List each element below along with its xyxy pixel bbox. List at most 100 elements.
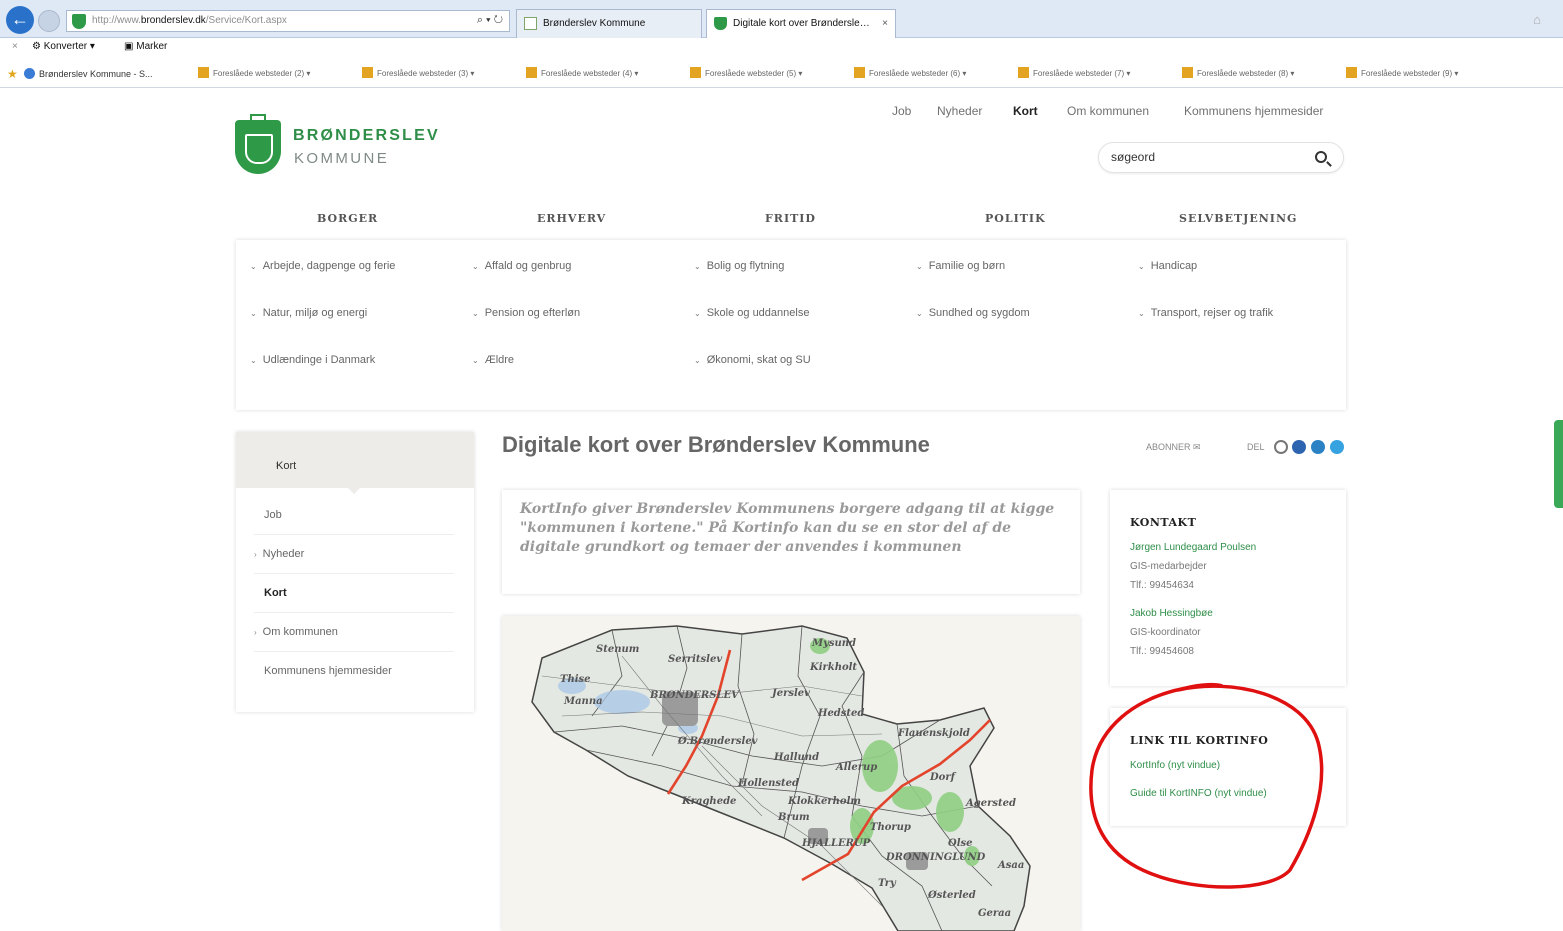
mega-link[interactable]: ⌄ Handicap	[1138, 260, 1197, 272]
contact-title: GIS-koordinator	[1130, 627, 1201, 638]
tab-label: Brønderslev Kommune	[543, 18, 646, 29]
map-label: Kirkholt	[810, 662, 858, 673]
mega-link[interactable]: ⌄ Udlændinge i Danmark	[250, 354, 375, 366]
chevron-right-icon: ›	[254, 550, 257, 559]
mega-link[interactable]: ⌄ Transport, rejser og trafik	[1138, 307, 1273, 319]
map-label: Agersted	[966, 798, 1016, 809]
mainnav-borger[interactable]: BORGER	[317, 212, 378, 225]
map-label: Klokkerholm	[788, 796, 861, 807]
favorite-folder[interactable]: Foreslåede websteder (4) ▾	[526, 67, 638, 81]
forward-button[interactable]	[38, 10, 60, 32]
map-label: Østerled	[928, 890, 976, 901]
select-button[interactable]: ▣ Marker	[124, 41, 167, 52]
tab-digitale-kort[interactable]: Digitale kort over Brønderslev Kommune ×	[706, 9, 896, 38]
side-nav-head[interactable]: › Kort	[236, 432, 474, 488]
favorite-folder[interactable]: Foreslåede websteder (5) ▾	[690, 67, 802, 81]
mega-link[interactable]: ⌄ Bolig og flytning	[694, 260, 784, 272]
side-item-om-kommunen[interactable]: › Om kommunen	[254, 613, 454, 652]
map-label: Thise	[560, 674, 591, 685]
mega-link[interactable]: ⌄ Affald og genbrug	[472, 260, 571, 272]
close-icon[interactable]: ×	[882, 10, 888, 37]
mainnav-selvbetjening[interactable]: SELVBETJENING	[1179, 212, 1297, 225]
side-item-kommunens-hjemmesider[interactable]: Kommunens hjemmesider	[254, 652, 454, 691]
kortinfo-guide-link[interactable]: Guide til KortINFO (nyt vindue)	[1130, 788, 1267, 799]
mega-menu: ⌄ Arbejde, dagpenge og ferie ⌄ Affald og g…	[236, 240, 1346, 410]
kortinfo-link[interactable]: KortInfo (nyt vindue)	[1130, 760, 1220, 771]
home-icon[interactable]: ⌂	[1533, 12, 1541, 27]
mega-link[interactable]: ⌄ Arbejde, dagpenge og ferie	[250, 260, 395, 272]
convert-button[interactable]: ⚙ Konverter ▾	[32, 41, 95, 52]
chevron-down-icon: ⌄	[916, 309, 923, 318]
side-item-nyheder[interactable]: › Nyheder	[254, 535, 454, 574]
contact-person-link[interactable]: Jørgen Lundegaard Poulsen	[1130, 542, 1256, 553]
mainnav-erhverv[interactable]: ERHVERV	[537, 212, 606, 225]
site-shield-icon	[72, 14, 86, 29]
facebook-icon[interactable]	[1292, 440, 1306, 454]
address-bar[interactable]: http://www.bronderslev.dk/Service/Kort.a…	[66, 10, 510, 32]
mega-link[interactable]: ⌄ Økonomi, skat og SU	[694, 354, 811, 366]
municipality-map[interactable]: Stenum Serritslev Mysund Kirkholt Thise …	[502, 616, 1080, 931]
favorite-folder[interactable]: Foreslåede websteder (2) ▾	[198, 67, 310, 81]
favorite-bronderslev[interactable]: Brønderslev Kommune - S...	[24, 68, 153, 79]
favorite-folder[interactable]: Foreslåede websteder (9) ▾	[1346, 67, 1458, 81]
topnav-kort[interactable]: Kort	[1013, 104, 1038, 118]
side-nav-notch	[348, 488, 360, 494]
mainnav-fritid[interactable]: FRITID	[765, 212, 816, 225]
search-input[interactable]	[1111, 150, 1301, 164]
share-generic-icon[interactable]	[1274, 440, 1288, 454]
address-controls[interactable]: ⌕ ▾ ↻	[477, 14, 503, 27]
map-label: Geraa	[978, 908, 1012, 919]
favorite-folder[interactable]: Foreslåede websteder (3) ▾	[362, 67, 474, 81]
search-icon[interactable]	[1315, 151, 1327, 163]
mega-link[interactable]: ⌄ Sundhed og sygdom	[916, 307, 1030, 319]
folder-icon	[690, 67, 701, 78]
topnav-om-kommunen[interactable]: Om kommunen	[1067, 104, 1149, 118]
favorites-star-icon[interactable]: ★	[7, 67, 18, 81]
mainnav-politik[interactable]: POLITIK	[985, 212, 1046, 225]
map-label: Mysund	[812, 638, 857, 649]
side-navigation: › Kort Job › Nyheder Kort › Om kommunen Kom…	[236, 432, 474, 712]
close-icon[interactable]: ×	[12, 41, 18, 52]
map-label: Ø.Brønderslev	[678, 736, 758, 747]
mega-link[interactable]: ⌄ Skole og uddannelse	[694, 307, 809, 319]
folder-icon	[1346, 67, 1357, 78]
linkedin-icon[interactable]	[1311, 440, 1325, 454]
favorite-folder[interactable]: Foreslåede websteder (8) ▾	[1182, 67, 1294, 81]
mega-link[interactable]: ⌄ Natur, miljø og energi	[250, 307, 367, 319]
mega-link[interactable]: ⌄ Ældre	[472, 354, 514, 366]
mega-link[interactable]: ⌄ Familie og børn	[916, 260, 1005, 272]
map-label: Asaa	[998, 860, 1025, 871]
chevron-down-icon: ⌄	[250, 356, 257, 365]
chevron-down-icon: ⌄	[250, 309, 257, 318]
contact-person-link[interactable]: Jakob Hessingbøe	[1130, 608, 1213, 619]
chevron-down-icon: ⌄	[916, 262, 923, 271]
subscribe-link[interactable]: ABONNER ✉	[1146, 442, 1201, 453]
feedback-tab[interactable]	[1554, 420, 1563, 508]
chevron-down-icon: ⌄	[694, 356, 701, 365]
shield-icon	[235, 120, 281, 174]
intro-box: KortInfo giver Brønderslev Kommunens bor…	[502, 490, 1080, 594]
map-label: Hallund	[774, 752, 820, 763]
back-arrow-icon[interactable]: ←	[6, 6, 34, 34]
search-box	[1098, 142, 1344, 173]
map-label: Kraghede	[682, 796, 737, 807]
side-item-job[interactable]: Job	[254, 496, 454, 535]
topnav-job[interactable]: Job	[892, 104, 911, 118]
favorite-folder[interactable]: Foreslåede websteder (6) ▾	[854, 67, 966, 81]
site-shield-icon	[714, 17, 727, 30]
kortinfo-heading: LINK TIL KORTINFO	[1130, 734, 1269, 747]
favorite-folder[interactable]: Foreslåede websteder (7) ▾	[1018, 67, 1130, 81]
map-label: HJALLERUP	[802, 838, 871, 849]
topnav-kommunens-hjemmesider[interactable]: Kommunens hjemmesider	[1184, 104, 1323, 118]
kortinfo-links-box: LINK TIL KORTINFO KortInfo (nyt vindue) …	[1110, 708, 1346, 826]
side-item-kort[interactable]: Kort	[254, 574, 454, 613]
globe-icon	[24, 68, 35, 79]
topnav-nyheder[interactable]: Nyheder	[937, 104, 982, 118]
map-label: Try	[878, 878, 896, 889]
mega-link[interactable]: ⌄ Pension og efterløn	[472, 307, 580, 319]
chevron-down-icon: ⌄	[1138, 262, 1145, 271]
map-label: Olse	[948, 838, 973, 849]
twitter-icon[interactable]	[1330, 440, 1344, 454]
tab-bronderslev-kommune[interactable]: Brønderslev Kommune	[516, 9, 702, 38]
chevron-right-icon: ›	[254, 628, 257, 637]
